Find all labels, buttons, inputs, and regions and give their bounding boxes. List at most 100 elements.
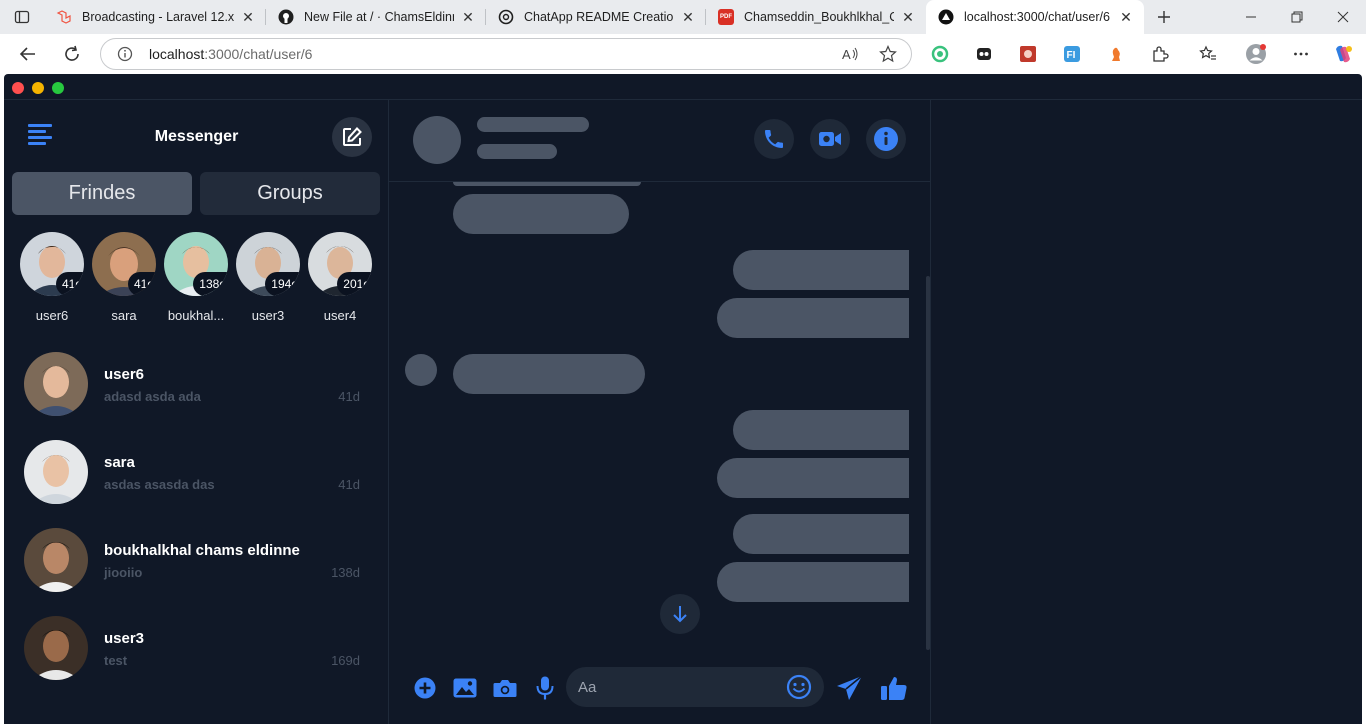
conversation-name: user3 (104, 630, 145, 647)
window-minimize-dot[interactable] (32, 82, 44, 94)
tab-close-icon[interactable]: ✕ (460, 9, 476, 25)
message-skeleton-sent (717, 562, 909, 602)
conversation-item[interactable]: user6 adasd asda ada 41d (24, 352, 364, 418)
conversation-time: 138d (331, 565, 360, 580)
send-image-button[interactable] (452, 675, 478, 701)
url-path: :3000/chat/user/6 (204, 46, 313, 62)
image-icon (453, 678, 477, 698)
tab-title: Broadcasting - Laravel 12.x - T (82, 10, 234, 24)
more-options-button[interactable] (1285, 38, 1317, 70)
browser-tab[interactable]: Broadcasting - Laravel 12.x - T ✕ (44, 0, 266, 34)
tab-title: Chamseddin_Boukhlkhal_CV.p (744, 10, 894, 24)
svg-text:A: A (842, 47, 851, 62)
minimize-button[interactable] (1228, 0, 1274, 34)
tab-actions-button[interactable] (0, 0, 44, 34)
minimize-icon (1246, 16, 1256, 18)
extensions-button[interactable] (1144, 38, 1176, 70)
active-friend[interactable]: 41d sara (91, 232, 157, 323)
window-zoom-dot[interactable] (52, 82, 64, 94)
reload-button[interactable] (54, 38, 90, 70)
conversation-last-message: adasd asda ada (104, 389, 201, 404)
info-icon (874, 127, 898, 151)
favorites-button[interactable] (1192, 38, 1224, 70)
copilot-icon (1336, 45, 1352, 63)
conversation-info-button[interactable] (866, 119, 906, 159)
menu-icon[interactable] (28, 124, 52, 146)
extension-button[interactable] (1012, 38, 1044, 70)
active-friend[interactable]: 201d user4 (307, 232, 373, 323)
microphone-icon (536, 676, 554, 700)
last-active-badge: 201d (337, 272, 372, 296)
restore-button[interactable] (1274, 0, 1320, 34)
message-input[interactable] (578, 667, 778, 707)
tab-groups[interactable]: Groups (200, 172, 380, 215)
pdf-icon: PDF (718, 9, 734, 25)
active-friend[interactable]: 138d boukhal... (163, 232, 229, 323)
send-button[interactable] (835, 673, 865, 703)
last-active-badge: 41d (127, 272, 156, 296)
favorites-list-icon (1199, 45, 1216, 60)
voice-message-button[interactable] (532, 675, 558, 701)
friend-name: user4 (323, 308, 357, 323)
tab-close-icon[interactable]: ✕ (680, 9, 696, 25)
browser-tab[interactable]: PDF Chamseddin_Boukhlkhal_CV.p ✕ (706, 0, 926, 34)
new-tab-button[interactable] (1144, 0, 1184, 34)
url-host: localhost (149, 46, 205, 62)
copilot-button[interactable] (1327, 38, 1359, 70)
address-bar[interactable]: localhost:3000/chat/user/6 A (100, 38, 912, 70)
video-call-button[interactable] (810, 119, 850, 159)
plus-circle-icon (414, 677, 436, 699)
arrow-left-icon (19, 47, 35, 61)
friend-name: sara (111, 308, 137, 323)
tab-close-icon[interactable]: ✕ (1118, 9, 1134, 25)
favorite-star-icon (879, 45, 897, 63)
new-message-button[interactable] (332, 117, 372, 157)
openai-icon (498, 9, 514, 25)
tab-title: New File at / · ChamsEldinne/ (304, 10, 454, 24)
svg-text:FI: FI (1067, 50, 1076, 61)
conversation-item[interactable]: sara asdas asasda das 41d (24, 440, 364, 506)
extension-button[interactable] (968, 38, 1000, 70)
browser-tab[interactable]: New File at / · ChamsEldinne/ ✕ (266, 0, 486, 34)
triangle-icon (938, 9, 954, 25)
voice-call-button[interactable] (754, 119, 794, 159)
sidebar-title: Messenger (154, 128, 239, 145)
conversation-last-message: test (104, 653, 128, 668)
extension-glasses-icon (977, 48, 991, 60)
messages-scrollbar[interactable] (926, 276, 930, 650)
tab-close-icon[interactable]: ✕ (240, 9, 256, 25)
active-friend[interactable]: 41d user6 (19, 232, 85, 323)
attach-plus-button[interactable] (412, 675, 438, 701)
sidebar: Messenger Frindes Groups 41d user6 41d s… (4, 100, 389, 724)
message-skeleton-received (453, 354, 645, 394)
avatar: 194d (236, 232, 300, 296)
back-button[interactable] (10, 38, 46, 70)
conversation-time: 41d (338, 477, 360, 492)
avatar (24, 352, 88, 416)
emoji-button[interactable] (786, 674, 812, 700)
tab-friends[interactable]: Frindes (12, 172, 192, 215)
conversation-item[interactable]: user3 test 169d (24, 616, 364, 682)
conversation-last-message: asdas asasda das (104, 477, 215, 492)
conversation-item[interactable]: boukhalkhal chams eldinne jiooiio 138d (24, 528, 364, 594)
tab-close-icon[interactable]: ✕ (900, 9, 916, 25)
extension-button[interactable] (1100, 38, 1132, 70)
camera-button[interactable] (492, 675, 518, 701)
browser-tab[interactable]: ChatApp README Creation ✕ (486, 0, 706, 34)
conversation-name: boukhalkhal chams eldinne (104, 542, 300, 559)
ellipsis-icon (1294, 52, 1308, 56)
extension-chess-icon (1112, 47, 1120, 61)
window-close-dot[interactable] (12, 82, 24, 94)
extension-button[interactable]: FI (1056, 38, 1088, 70)
avatar (24, 616, 88, 680)
profile-button[interactable] (1240, 38, 1272, 70)
message-skeleton-partial (453, 182, 641, 186)
active-friend[interactable]: 194d user3 (235, 232, 301, 323)
close-window-button[interactable] (1320, 0, 1366, 34)
scroll-to-bottom-button[interactable] (660, 594, 700, 634)
like-button[interactable] (879, 673, 909, 703)
header-status-skeleton (477, 144, 557, 159)
extension-button[interactable] (924, 38, 956, 70)
close-icon (1337, 11, 1349, 23)
browser-tab-active[interactable]: localhost:3000/chat/user/6 ✕ (926, 0, 1144, 34)
